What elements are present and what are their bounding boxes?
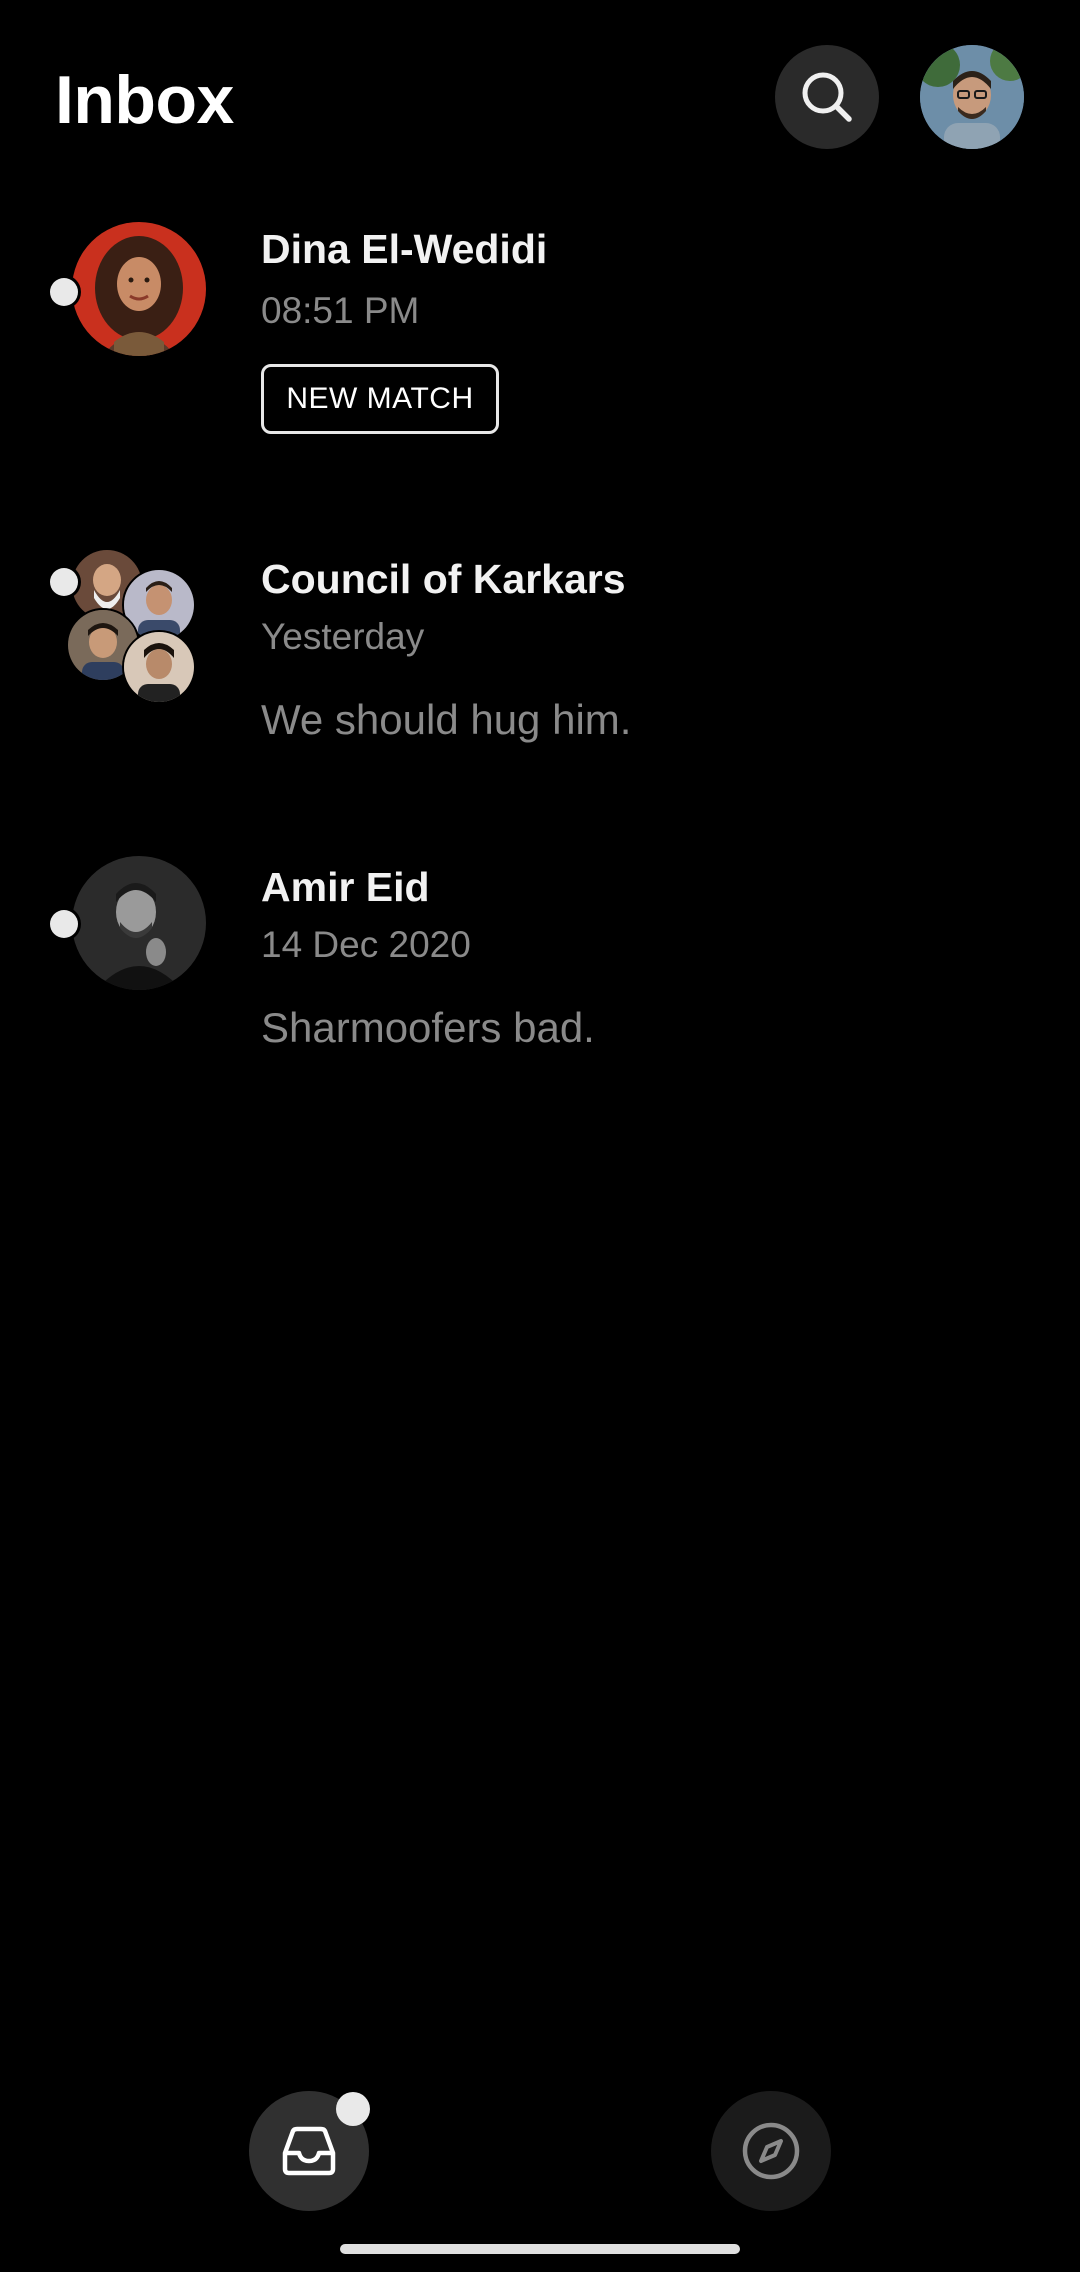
avatar	[72, 856, 206, 990]
message-preview: Sharmoofers bad.	[261, 1004, 595, 1051]
contact-photo	[72, 222, 206, 356]
message-time: Yesterday	[261, 616, 425, 657]
contact-name: Council of Karkars	[261, 556, 626, 602]
conversation-row-council[interactable]: Council of Karkars Yesterday We should h…	[0, 540, 1080, 770]
nav-explore-button[interactable]	[711, 2091, 831, 2211]
unread-dot	[50, 278, 78, 306]
contact-photo	[72, 856, 206, 990]
message-time: 14 Dec 2020	[261, 924, 471, 965]
unread-dot	[50, 910, 78, 938]
conversation-row-amir[interactable]: Amir Eid 14 Dec 2020 Sharmoofers bad.	[0, 848, 1080, 1078]
search-icon	[802, 72, 852, 122]
profile-avatar[interactable]	[920, 45, 1024, 149]
group-avatar-4	[122, 630, 196, 704]
inbox-tray-icon	[282, 2126, 336, 2176]
conversation-row-dina[interactable]: Dina El-Wedidi 08:51 PM NEW MATCH	[0, 210, 1080, 460]
page-title: Inbox	[55, 62, 234, 138]
message-preview: We should hug him.	[261, 696, 632, 743]
contact-name: Dina El-Wedidi	[261, 226, 548, 272]
new-match-badge: NEW MATCH	[261, 364, 499, 434]
compass-icon	[742, 2122, 800, 2180]
avatar	[72, 222, 206, 356]
search-button[interactable]	[775, 45, 879, 149]
home-indicator	[340, 2244, 740, 2254]
user-photo	[920, 45, 1024, 149]
contact-name: Amir Eid	[261, 864, 430, 910]
message-time: 08:51 PM	[261, 290, 420, 331]
unread-dot	[50, 568, 78, 596]
inbox-notification-dot	[336, 2092, 370, 2126]
